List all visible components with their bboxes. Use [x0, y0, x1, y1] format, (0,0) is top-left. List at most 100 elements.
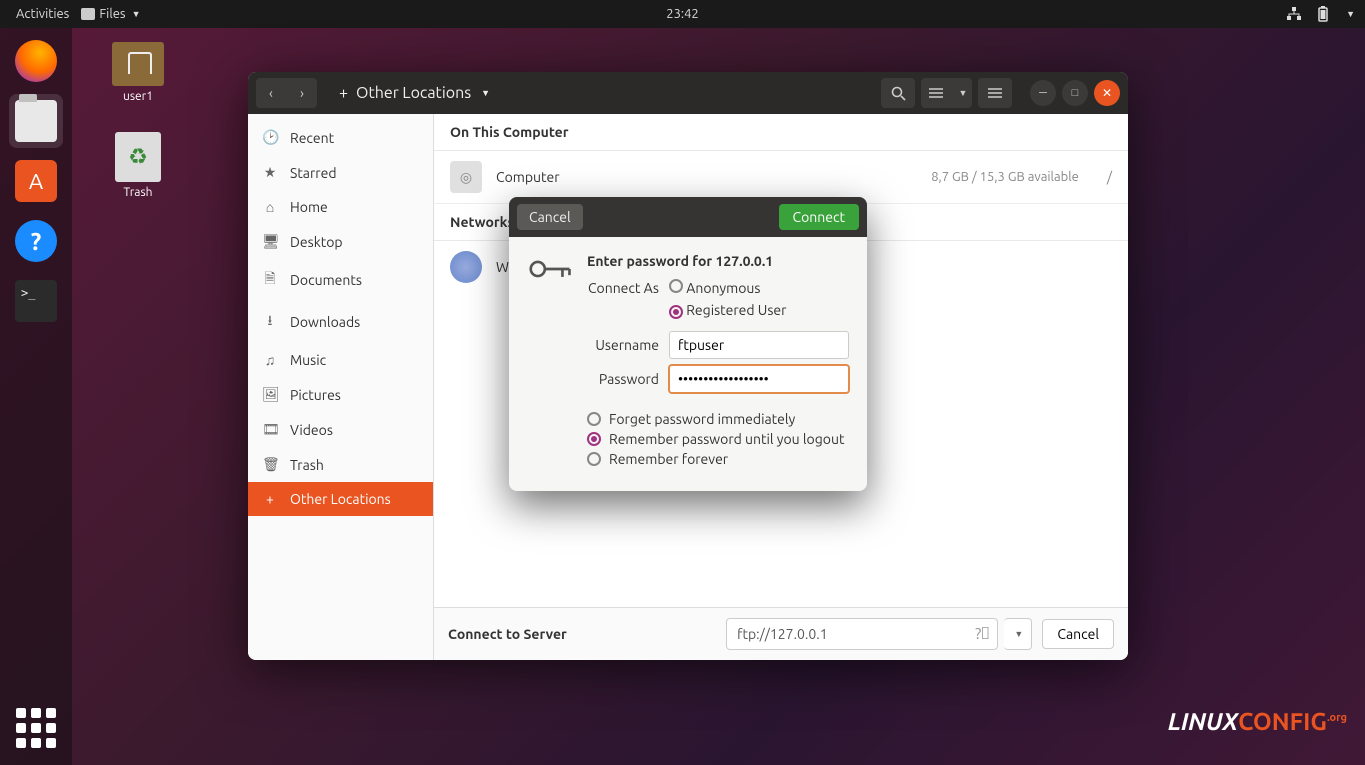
sidebar-desktop[interactable]: 🖥 Desktop [248, 224, 433, 259]
desktop-icon-label: user1 [98, 90, 178, 103]
radio-forget[interactable] [587, 412, 601, 426]
sidebar-recent[interactable]: 🕑 Recent [248, 120, 433, 155]
sidebar-starred[interactable]: ★ Starred [248, 155, 433, 190]
clock-icon: 🕑 [262, 129, 278, 146]
gnome-top-bar: Activities Files ▼ 23:42 ▼ [0, 0, 1365, 28]
star-icon: ★ [262, 164, 278, 181]
server-history-button[interactable]: ▼ [1004, 618, 1032, 650]
dock-files[interactable] [9, 94, 63, 148]
sidebar-pictures[interactable]: 🖼 Pictures [248, 377, 433, 412]
sidebar-documents[interactable]: 🗎 Documents [248, 259, 433, 301]
trashbin-icon: 🗑 [262, 456, 278, 473]
sidebar-videos[interactable]: 🎞Videos [248, 412, 433, 447]
radio-anonymous[interactable] [669, 279, 683, 293]
radio-session[interactable] [587, 432, 601, 446]
sidebar-item-label: Music [290, 352, 326, 368]
plus-icon: + [339, 84, 348, 102]
minimize-button[interactable]: ─ [1030, 80, 1056, 106]
help-icon[interactable]: ?⃝ [967, 625, 997, 643]
chevron-down-icon: ▼ [481, 88, 490, 98]
music-icon: ♫ [262, 352, 278, 368]
sidebar-trash[interactable]: 🗑 Trash [248, 447, 433, 482]
dialog-title: Enter password for 127.0.0.1 [587, 253, 849, 269]
path-bar[interactable]: + Other Locations ▼ [329, 80, 500, 106]
sidebar-item-label: Recent [290, 130, 334, 146]
harddisk-icon: ◎ [450, 161, 482, 193]
sidebar-downloads[interactable]: ⭳ Downloads [248, 301, 433, 343]
auth-dialog: Cancel Connect Enter password for 127.0.… [509, 197, 867, 491]
header-bar: ‹ › + Other Locations ▼ ▼ ─ □ ✕ [248, 72, 1128, 114]
clock[interactable]: 23:42 [666, 7, 699, 21]
dock: A ? >_ [0, 28, 72, 765]
sidebar-item-label: Home [290, 199, 328, 215]
radio-label: Registered User [686, 302, 786, 318]
radio-label: Remember forever [609, 451, 728, 467]
network-icon[interactable] [1286, 7, 1302, 21]
server-cancel-button[interactable]: Cancel [1042, 619, 1114, 649]
software-icon: A [15, 160, 57, 202]
apps-grid-icon [16, 708, 56, 748]
radio-registered[interactable] [669, 305, 683, 319]
files-icon-small [81, 8, 95, 20]
key-icon [529, 253, 573, 471]
sidebar-item-label: Trash [290, 457, 324, 473]
system-menu-icon[interactable]: ▼ [1346, 9, 1355, 19]
home-folder-icon [112, 42, 164, 86]
password-input[interactable] [669, 365, 849, 393]
view-group: ▼ [921, 78, 972, 108]
sidebar-item-label: Downloads [290, 314, 360, 330]
close-button[interactable]: ✕ [1094, 80, 1120, 106]
dock-firefox[interactable] [9, 34, 63, 88]
forward-button[interactable]: › [287, 78, 317, 108]
radio-label: Anonymous [686, 280, 760, 296]
radio-forever[interactable] [587, 452, 601, 466]
username-input[interactable] [669, 331, 849, 359]
firefox-icon [15, 40, 57, 82]
chevron-down-icon: ▼ [132, 9, 141, 19]
sidebar-music[interactable]: ♫ Music [248, 343, 433, 377]
show-applications[interactable] [9, 701, 63, 755]
username-label: Username [587, 337, 659, 353]
desktop-trash[interactable]: ♻ Trash [98, 132, 178, 199]
watermark-logo: LINUXCONFIG.org [1168, 708, 1347, 735]
document-icon: 🗎 [262, 268, 278, 292]
sidebar-home[interactable]: ⌂Home [248, 190, 433, 224]
sidebar-item-label: Starred [290, 165, 337, 181]
dialog-connect-button[interactable]: Connect [779, 204, 860, 230]
network-globe-icon [450, 251, 482, 283]
desktop-folder-user1[interactable]: user1 [98, 42, 178, 103]
hamburger-menu[interactable] [978, 78, 1012, 108]
dock-terminal[interactable]: >_ [9, 274, 63, 328]
maximize-button[interactable]: □ [1062, 80, 1088, 106]
radio-label: Forget password immediately [609, 411, 795, 427]
sidebar-item-label: Desktop [290, 234, 343, 250]
dock-help[interactable]: ? [9, 214, 63, 268]
mount-point: / [1107, 169, 1112, 185]
row-label: Computer [496, 169, 560, 185]
view-list-button[interactable] [921, 78, 951, 108]
download-icon: ⭳ [262, 310, 278, 334]
terminal-icon: >_ [15, 280, 57, 322]
view-options-button[interactable]: ▼ [952, 78, 972, 108]
places-sidebar: 🕑 Recent ★ Starred ⌂Home 🖥 Desktop 🗎 Documen… [248, 114, 434, 660]
app-menu[interactable]: Files ▼ [75, 5, 146, 23]
activities-button[interactable]: Activities [10, 5, 75, 23]
back-button[interactable]: ‹ [256, 78, 286, 108]
dock-software[interactable]: A [9, 154, 63, 208]
sidebar-item-label: Other Locations [290, 491, 391, 507]
dialog-header: Cancel Connect [509, 197, 867, 237]
picture-icon: 🖼 [262, 386, 278, 403]
app-menu-label: Files [99, 7, 125, 21]
connect-label: Connect to Server [448, 626, 567, 642]
sidebar-item-label: Documents [290, 272, 362, 288]
dialog-cancel-button[interactable]: Cancel [517, 204, 583, 230]
section-on-this-computer: On This Computer [434, 114, 1128, 151]
sidebar-other-locations[interactable]: +Other Locations [248, 482, 433, 516]
sidebar-item-label: Pictures [290, 387, 341, 403]
battery-icon[interactable] [1316, 6, 1330, 22]
disk-size: 8,7 GB / 15,3 GB available [931, 170, 1079, 184]
files-icon [15, 100, 57, 142]
desktop-icon: 🖥 [262, 233, 278, 250]
search-button[interactable] [881, 78, 915, 108]
server-address-input[interactable] [727, 626, 967, 642]
